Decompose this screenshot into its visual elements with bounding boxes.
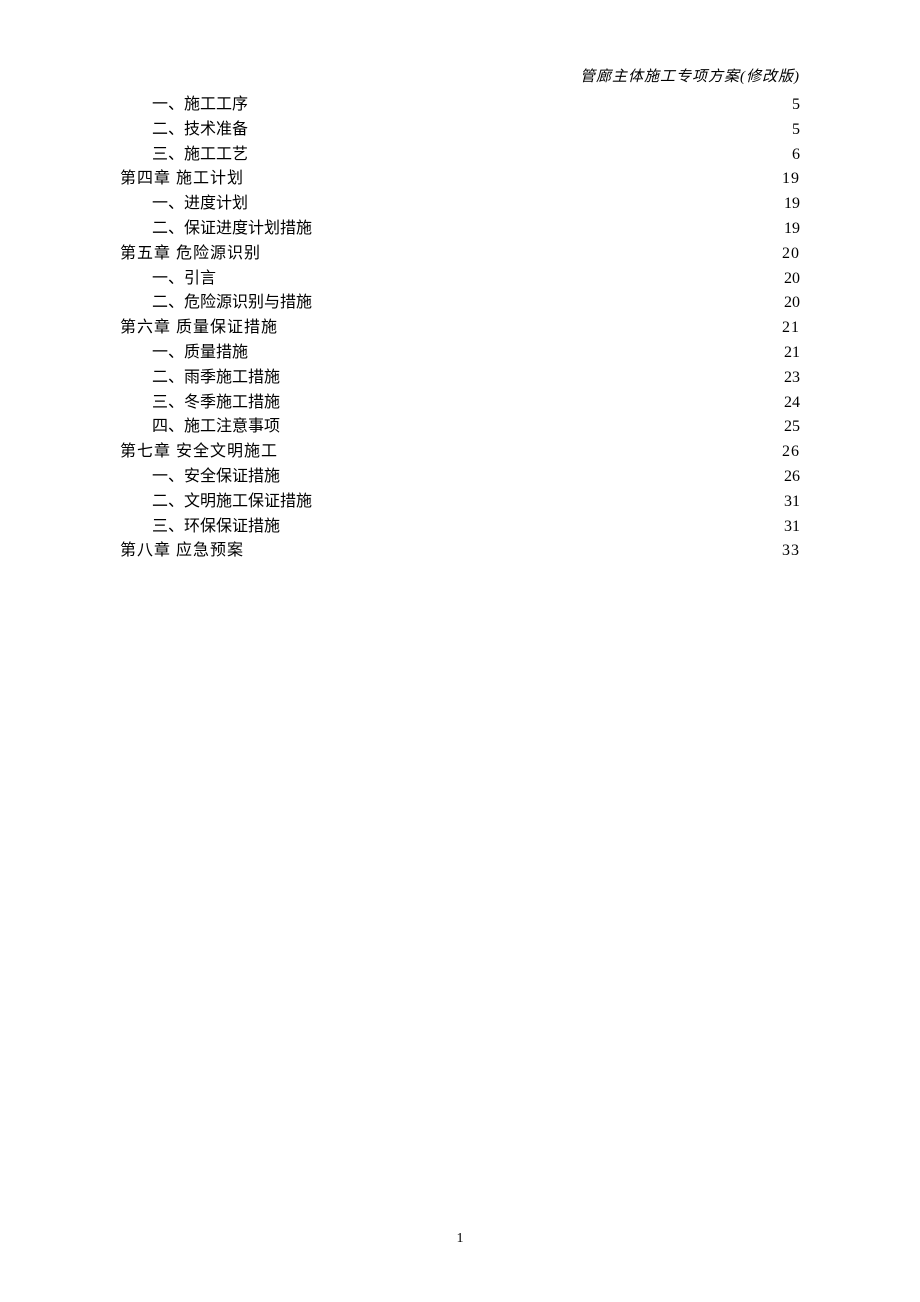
- toc-entry: 一、进度计划 19: [120, 192, 800, 217]
- toc-entry: 二、保证进度计划措施 19: [120, 217, 800, 242]
- toc-label: 二、保证进度计划措施: [152, 217, 312, 242]
- toc-entry: 第八章 应急预案 33: [120, 539, 800, 564]
- page-number: 1: [0, 1231, 920, 1247]
- toc-entry: 三、冬季施工措施 24: [120, 391, 800, 416]
- toc-page-number: 33: [782, 539, 800, 564]
- document-page: 管廊主体施工专项方案(修改版) 一、施工工序5二、技术准备5三、施工工艺6第四章…: [0, 0, 920, 1302]
- toc-page-number: 21: [784, 341, 800, 366]
- toc-label: 一、安全保证措施: [152, 465, 280, 490]
- toc-label: 二、危险源识别与措施: [152, 291, 312, 316]
- toc-label: 二、雨季施工措施: [152, 366, 280, 391]
- toc-entry: 一、引言 20: [120, 267, 800, 292]
- toc-page-number: 24: [784, 391, 800, 416]
- toc-entry: 二、技术准备 5: [120, 118, 800, 143]
- toc-label-prefix: 第四章: [120, 170, 171, 187]
- toc-label: 一、引言: [152, 267, 216, 292]
- toc-page-number: 19: [784, 217, 800, 242]
- toc-label: 第六章 质量保证措施: [120, 316, 278, 341]
- toc-label: 第七章 安全文明施工: [120, 440, 278, 465]
- toc-page-number: 5: [792, 118, 800, 143]
- toc-entry: 二、雨季施工措施 23: [120, 366, 800, 391]
- toc-entry: 第四章 施工计划 19: [120, 167, 800, 192]
- toc-page-number: 25: [784, 415, 800, 440]
- toc-label: 三、施工工艺: [152, 143, 248, 168]
- toc-entry: 一、施工工序 5: [120, 93, 800, 118]
- toc-label: 二、技术准备: [152, 118, 248, 143]
- toc-page-number: 26: [782, 440, 800, 465]
- toc-label: 一、质量措施: [152, 341, 248, 366]
- toc-entry: 一、安全保证措施 26: [120, 465, 800, 490]
- toc-page-number: 31: [784, 490, 800, 515]
- toc-entry: 四、施工注意事项 25: [120, 415, 800, 440]
- toc-label: 一、施工工序: [152, 93, 248, 118]
- toc-page-number: 5: [792, 93, 800, 118]
- toc-page-number: 19: [782, 167, 800, 192]
- toc-entry: 二、文明施工保证措施 31: [120, 490, 800, 515]
- toc-page-number: 26: [784, 465, 800, 490]
- toc-label: 三、环保保证措施: [152, 515, 280, 540]
- toc-entry: 第五章 危险源识别 20: [120, 242, 800, 267]
- page-header: 管廊主体施工专项方案(修改版): [580, 65, 800, 86]
- toc-label: 第八章 应急预案: [120, 539, 244, 564]
- toc-label: 二、文明施工保证措施: [152, 490, 312, 515]
- toc-entry: 第六章 质量保证措施 21: [120, 316, 800, 341]
- toc-label: 三、冬季施工措施: [152, 391, 280, 416]
- toc-page-number: 6: [792, 143, 800, 168]
- toc-page-number: 23: [784, 366, 800, 391]
- toc-entry: 三、施工工艺 6: [120, 143, 800, 168]
- toc-page-number: 19: [784, 192, 800, 217]
- toc-page-number: 21: [782, 316, 800, 341]
- toc-label: 一、进度计划: [152, 192, 248, 217]
- toc-entry: 一、质量措施 21: [120, 341, 800, 366]
- toc-page-number: 20: [784, 267, 800, 292]
- toc-label: 第五章 危险源识别: [120, 242, 261, 267]
- table-of-contents: 一、施工工序5二、技术准备5三、施工工艺6第四章 施工计划19一、进度计划19二…: [120, 93, 800, 564]
- toc-label: 第四章 施工计划: [120, 167, 244, 192]
- toc-entry: 三、环保保证措施 31: [120, 515, 800, 540]
- toc-label: 四、施工注意事项: [152, 415, 280, 440]
- toc-entry: 第七章 安全文明施工 26: [120, 440, 800, 465]
- toc-page-number: 20: [782, 242, 800, 267]
- toc-label-suffix: 施工计划: [171, 170, 244, 187]
- toc-page-number: 31: [784, 515, 800, 540]
- toc-page-number: 20: [784, 291, 800, 316]
- toc-entry: 二、危险源识别与措施 20: [120, 291, 800, 316]
